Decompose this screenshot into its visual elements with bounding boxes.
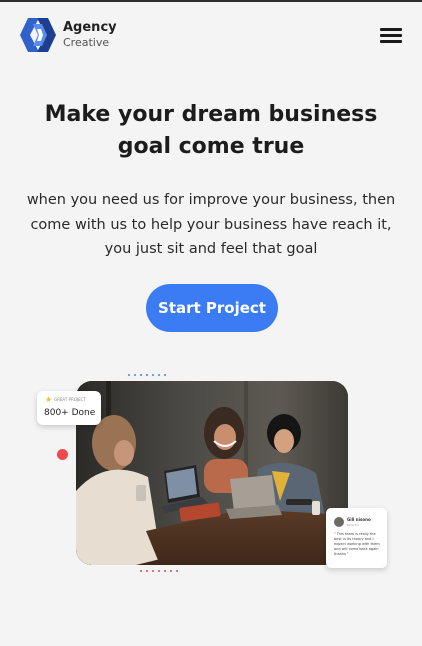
hero-description: when you need us for improve your busine… — [26, 192, 396, 257]
hamburger-menu-icon[interactable] — [380, 28, 402, 44]
testimonial-card: Gill nisono Director " This team is real… — [326, 508, 387, 568]
stat-label: GREAT PROJECT — [54, 397, 86, 402]
hero-title: Make your dream business goal come true — [44, 102, 378, 159]
brand-logo[interactable]: Agency Creative — [20, 18, 117, 52]
decorative-dots-red — [140, 570, 182, 572]
team-meeting-photo — [76, 381, 348, 565]
star-icon: ★ — [45, 395, 53, 404]
avatar — [334, 517, 344, 527]
site-header: Agency Creative — [0, 2, 422, 66]
stat-value: 800+ Done — [44, 408, 96, 418]
start-project-button[interactable]: Start Project — [146, 284, 278, 332]
brand-subtitle: Creative — [63, 36, 110, 50]
project-stat-card: ★ GREAT PROJECT 800+ Done — [37, 391, 101, 425]
photo-illustration — [76, 381, 348, 565]
testimonial-quote: " This team is really the best in its th… — [334, 532, 380, 556]
decorative-dots-blue — [128, 374, 170, 376]
brand-title: Agency — [63, 20, 117, 35]
reviewer-role: Director — [347, 523, 360, 527]
decorative-red-dot — [57, 449, 68, 460]
agency-logo-icon — [20, 18, 56, 52]
reviewer-name: Gill nisono — [347, 517, 371, 522]
